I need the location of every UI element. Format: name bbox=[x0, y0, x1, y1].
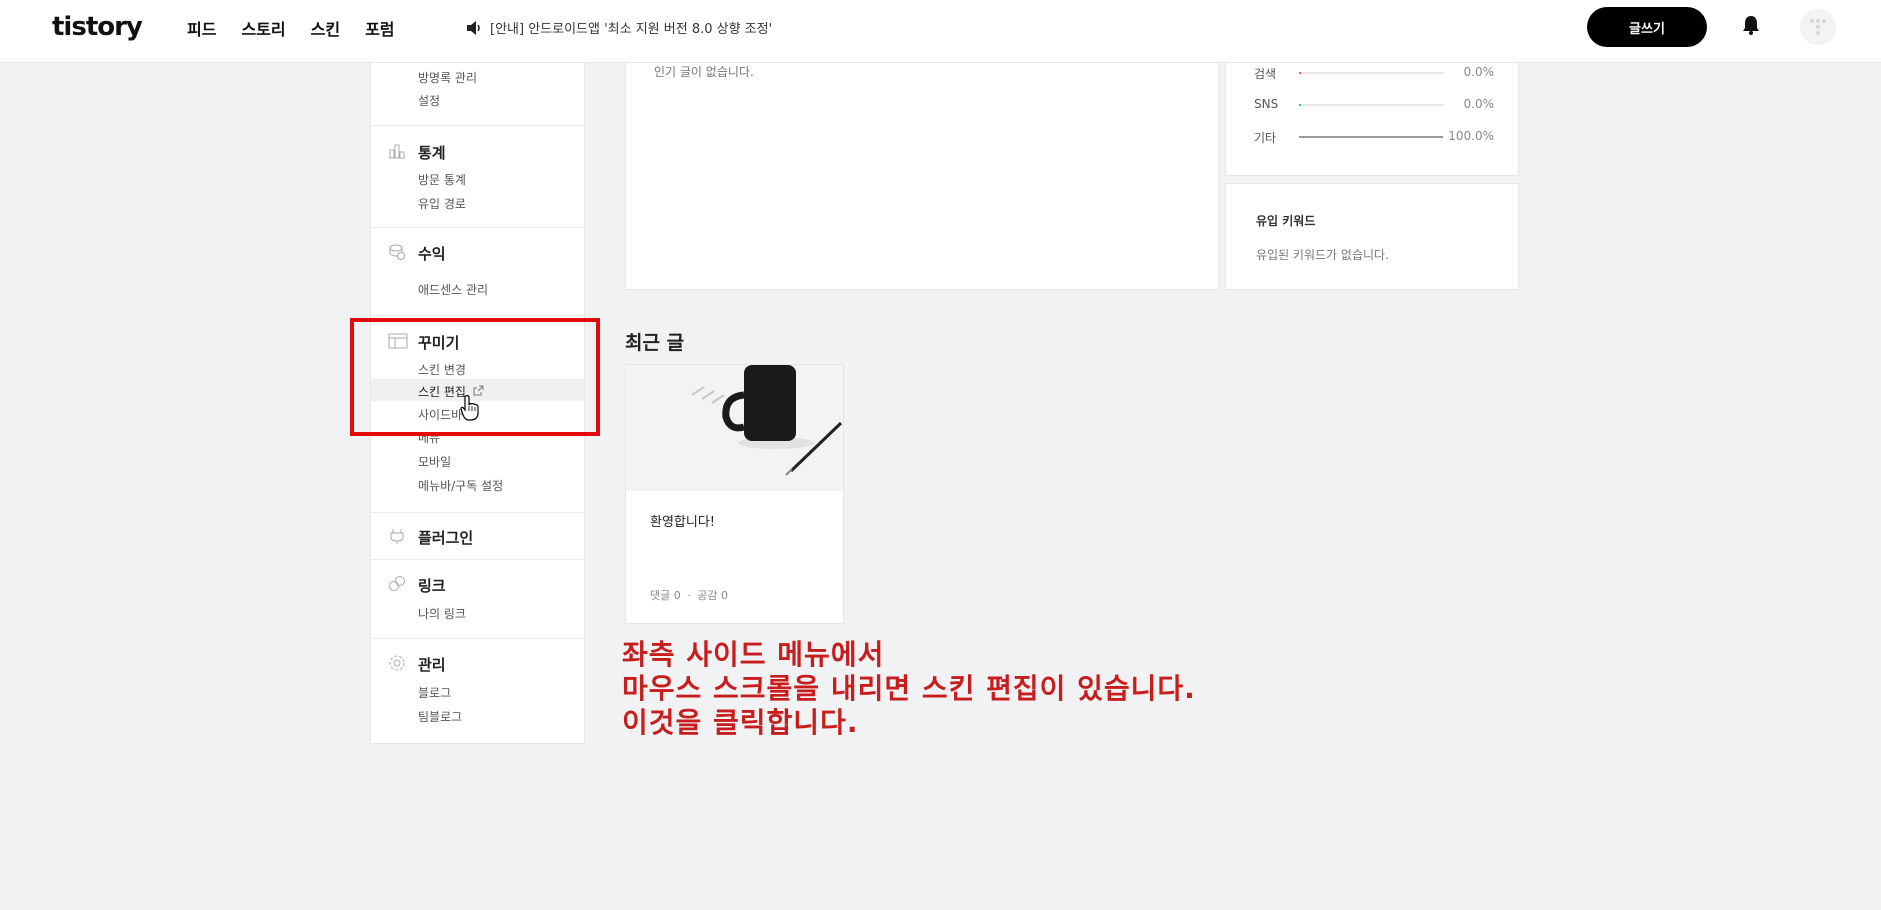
traffic-label: 기타 bbox=[1254, 131, 1277, 145]
recent-posts-title: 최근 글 bbox=[625, 332, 685, 354]
annotation-line: 이것을 클릭합니다. bbox=[622, 706, 859, 739]
sidebar-item-mobile[interactable]: 모바일 bbox=[418, 453, 451, 470]
sidebar-item-team-blog[interactable]: 팀블로그 bbox=[418, 708, 462, 725]
global-nav: 피드 스토리 스킨 포럼 bbox=[187, 16, 420, 40]
sidebar-group-stats: 통계 방문 통계 유입 경로 bbox=[371, 126, 584, 228]
sidebar-title-link[interactable]: 링크 bbox=[418, 575, 446, 596]
sidebar-item-adsense[interactable]: 애드센스 관리 bbox=[418, 281, 488, 298]
sidebar-item-referrer[interactable]: 유입 경로 bbox=[418, 195, 466, 212]
traffic-source-card: 검색 0.0% SNS 0.0% 기타 100.0% bbox=[1225, 63, 1519, 176]
nav-forum[interactable]: 포럼 bbox=[365, 16, 394, 40]
traffic-bar-fill bbox=[1299, 72, 1301, 74]
annotation-line: 좌측 사이드 메뉴에서 bbox=[622, 638, 885, 671]
post-card[interactable]: 환영합니다! 댓글 0 · 공감 0 bbox=[625, 364, 844, 624]
notice-banner[interactable]: [안내] 안드로이드앱 '최소 지원 버전 8.0 상향 조정' bbox=[466, 18, 772, 37]
keywords-title: 유입 키워드 bbox=[1256, 214, 1316, 228]
traffic-bar bbox=[1299, 104, 1443, 106]
popular-empty-text: 인기 글이 없습니다. bbox=[654, 65, 754, 79]
sidebar-item-my-link[interactable]: 나의 링크 bbox=[418, 605, 466, 622]
sidebar-item-menubar-subscribe[interactable]: 메뉴바/구독 설정 bbox=[418, 477, 503, 494]
post-title[interactable]: 환영합니다! bbox=[650, 511, 715, 530]
sidebar-item-visit-stats[interactable]: 방문 통계 bbox=[418, 171, 466, 188]
annotation-line: 마우스 스크롤을 내리면 스킨 편집이 있습니다. bbox=[622, 672, 1196, 705]
traffic-bar bbox=[1299, 72, 1443, 74]
sidebar-title-manage[interactable]: 관리 bbox=[418, 654, 446, 675]
traffic-row-etc: 기타 100.0% bbox=[1254, 129, 1494, 145]
nav-skin[interactable]: 스킨 bbox=[311, 16, 340, 40]
bell-icon[interactable] bbox=[1742, 15, 1760, 39]
nav-feed[interactable]: 피드 bbox=[187, 16, 216, 40]
sidebar-group-revenue: 수익 애드센스 관리 bbox=[371, 228, 584, 316]
traffic-bar-fill bbox=[1299, 136, 1443, 138]
sidebar-item-settings[interactable]: 설정 bbox=[418, 92, 440, 109]
traffic-value: 100.0% bbox=[1448, 129, 1494, 143]
plug-icon bbox=[388, 527, 406, 549]
traffic-label: SNS bbox=[1254, 97, 1279, 111]
top-header: tistory 피드 스토리 스킨 포럼 [안내] 안드로이드앱 '최소 지원 … bbox=[0, 0, 1881, 63]
gear-icon bbox=[388, 654, 406, 676]
sidebar-title-stats[interactable]: 통계 bbox=[418, 142, 446, 163]
hand-cursor-icon bbox=[460, 395, 480, 425]
write-button[interactable]: 글쓰기 bbox=[1587, 7, 1707, 47]
tistory-dots-icon bbox=[1810, 19, 1826, 35]
coins-icon bbox=[388, 243, 406, 265]
speaker-icon bbox=[467, 20, 480, 35]
sidebar-group-plugin: 플러그인 bbox=[371, 513, 584, 560]
meta-separator: · bbox=[687, 589, 691, 602]
traffic-bar bbox=[1299, 136, 1443, 138]
sidebar-title-plugin[interactable]: 플러그인 bbox=[418, 527, 473, 548]
nav-story[interactable]: 스토리 bbox=[241, 16, 285, 40]
popular-posts-card: 인기 글이 없습니다. bbox=[625, 63, 1219, 290]
traffic-row-sns: SNS 0.0% bbox=[1254, 97, 1494, 113]
post-thumbnail bbox=[626, 365, 843, 491]
bar-chart-icon bbox=[388, 142, 406, 164]
post-likes-count: 공감 0 bbox=[697, 589, 728, 602]
traffic-bar-fill bbox=[1299, 104, 1301, 106]
avatar[interactable] bbox=[1800, 9, 1836, 45]
sidebar-item-guestbook[interactable]: 방명록 관리 bbox=[418, 69, 477, 86]
keywords-card: 유입 키워드 유입된 키워드가 없습니다. bbox=[1225, 183, 1519, 290]
tistory-logo[interactable]: tistory bbox=[52, 12, 143, 42]
sidebar-group-comments: 방명록 관리 설정 bbox=[371, 63, 584, 126]
traffic-value: 0.0% bbox=[1463, 65, 1495, 79]
keywords-empty-text: 유입된 키워드가 없습니다. bbox=[1256, 248, 1389, 262]
traffic-label: 검색 bbox=[1254, 67, 1277, 81]
traffic-row-search: 검색 0.0% bbox=[1254, 65, 1494, 81]
traffic-value: 0.0% bbox=[1463, 97, 1495, 111]
link-icon bbox=[388, 575, 406, 597]
annotation-text: 좌측 사이드 메뉴에서 마우스 스크롤을 내리면 스킨 편집이 있습니다. 이것… bbox=[622, 638, 1196, 740]
sidebar-item-blog[interactable]: 블로그 bbox=[418, 684, 451, 701]
notice-text: [안내] 안드로이드앱 '최소 지원 버전 8.0 상향 조정' bbox=[490, 22, 773, 37]
post-meta: 댓글 0 · 공감 0 bbox=[650, 587, 728, 603]
post-comments-count: 댓글 0 bbox=[650, 589, 681, 602]
sidebar-group-link: 링크 나의 링크 bbox=[371, 560, 584, 639]
sidebar-title-revenue[interactable]: 수익 bbox=[418, 243, 446, 264]
sidebar-group-manage: 관리 블로그 팀블로그 bbox=[371, 639, 584, 744]
